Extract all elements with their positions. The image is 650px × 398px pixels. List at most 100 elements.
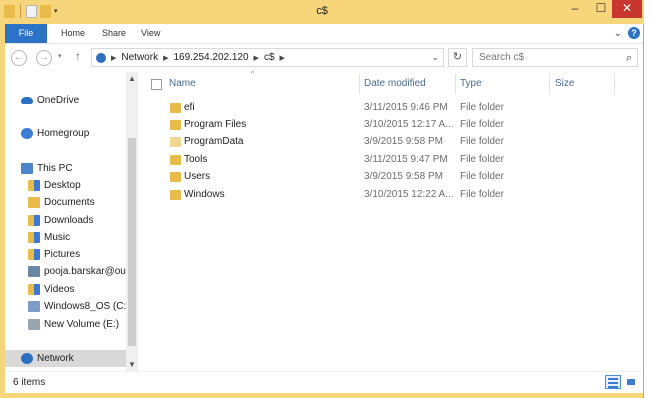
videos-icon xyxy=(28,284,40,295)
nav-item-label: This PC xyxy=(37,163,73,174)
nav-item-e-drive[interactable]: New Volume (E:) xyxy=(28,316,119,333)
scroll-thumb[interactable] xyxy=(128,138,136,346)
tab-home[interactable]: Home xyxy=(51,24,95,43)
maximize-button[interactable]: ☐ xyxy=(588,0,614,18)
table-row[interactable]: Users 3/9/2015 9:58 PM File folder xyxy=(144,169,504,186)
nav-item-documents[interactable]: Documents xyxy=(28,194,95,211)
ribbon-controls: ⌄ ? xyxy=(614,27,640,39)
chevron-right-icon[interactable]: ▶ xyxy=(163,54,168,62)
column-header-size[interactable]: Size xyxy=(555,78,574,89)
chevron-right-icon[interactable]: ▶ xyxy=(254,54,259,62)
column-header-name[interactable]: Name xyxy=(169,78,196,89)
sort-ascending-icon: ^ xyxy=(251,71,255,78)
search-input[interactable]: Search c$ ⌕ xyxy=(472,48,638,67)
up-button[interactable]: ↑ xyxy=(75,49,81,63)
help-icon[interactable]: ? xyxy=(628,27,640,39)
computer-icon xyxy=(21,163,33,174)
nav-scrollbar[interactable]: ▲ ▼ xyxy=(126,72,138,371)
nav-item-music[interactable]: Music xyxy=(28,229,70,246)
explorer-window: ▾ c$ – ☐ ✕ File Home Share View ⌄ ? ← → … xyxy=(0,0,644,398)
tab-view[interactable]: View xyxy=(131,24,170,43)
file-type: File folder xyxy=(460,189,504,200)
table-row[interactable]: Windows 3/10/2015 12:22 A... File folder xyxy=(144,187,504,204)
column-header-date[interactable]: Date modified xyxy=(364,78,426,89)
table-row[interactable]: Tools 3/11/2015 9:47 PM File folder xyxy=(144,152,504,169)
recent-locations-icon[interactable]: ▾ xyxy=(58,52,62,60)
refresh-button[interactable]: ↻ xyxy=(448,48,467,67)
column-divider[interactable] xyxy=(359,74,360,94)
chevron-right-icon[interactable]: ▶ xyxy=(280,54,285,62)
chevron-down-icon[interactable]: ⌄ xyxy=(614,28,622,39)
column-header-type[interactable]: Type xyxy=(460,78,482,89)
nav-item-label: Network xyxy=(37,353,74,364)
documents-icon xyxy=(28,197,40,208)
file-name: efi xyxy=(184,102,195,113)
details-view-button[interactable] xyxy=(605,375,621,389)
column-divider[interactable] xyxy=(549,74,550,94)
nav-item-label: Homegroup xyxy=(37,128,90,139)
title-bar: ▾ c$ – ☐ ✕ xyxy=(0,0,644,24)
nav-item-network[interactable]: Network xyxy=(5,350,126,367)
address-history-icon[interactable]: ⌄ xyxy=(431,52,439,63)
tab-file[interactable]: File xyxy=(5,24,47,43)
nav-item-c-drive[interactable]: Windows8_OS (C:) xyxy=(28,298,130,315)
music-icon xyxy=(28,232,40,243)
file-name: Tools xyxy=(184,154,208,165)
chevron-right-icon[interactable]: ▶ xyxy=(111,54,116,62)
nav-item-videos[interactable]: Videos xyxy=(28,281,74,298)
pictures-icon xyxy=(28,249,40,260)
close-button[interactable]: ✕ xyxy=(612,0,642,18)
back-button[interactable]: ← xyxy=(11,50,27,66)
drive-icon xyxy=(28,319,40,330)
nav-item-desktop[interactable]: Desktop xyxy=(28,177,81,194)
search-icon[interactable]: ⌕ xyxy=(626,50,632,67)
column-divider[interactable] xyxy=(455,74,456,94)
cloud-icon xyxy=(21,97,33,104)
folder-icon xyxy=(170,155,181,165)
file-name: Users xyxy=(184,171,211,182)
nav-item-downloads[interactable]: Downloads xyxy=(28,212,93,229)
folder-icon xyxy=(170,190,181,200)
table-row[interactable]: Program Files 3/10/2015 12:17 A... File … xyxy=(144,117,504,134)
search-placeholder: Search c$ xyxy=(479,52,525,63)
nav-item-label: Music xyxy=(44,232,71,243)
breadcrumb-host[interactable]: 169.254.202.120 xyxy=(173,52,248,63)
nav-item-label: OneDrive xyxy=(37,95,80,106)
table-row[interactable]: efi 3/11/2015 9:46 PM File folder xyxy=(144,100,504,117)
breadcrumb-network[interactable]: Network xyxy=(121,52,158,63)
minimize-button[interactable]: – xyxy=(562,0,588,18)
homegroup-icon xyxy=(21,128,33,139)
window-title: c$ xyxy=(316,5,328,17)
file-type: File folder xyxy=(460,171,504,182)
table-row[interactable]: ProgramData 3/9/2015 9:58 PM File folder xyxy=(144,134,504,151)
folder-icon xyxy=(170,120,181,130)
tab-share[interactable]: Share xyxy=(92,24,136,43)
address-row: ← → ▾ ↑ ▶ Network ▶ 169.254.202.120 ▶ c$… xyxy=(5,43,643,72)
network-icon xyxy=(21,353,33,364)
nav-item-user-folder[interactable]: pooja.barskar@out xyxy=(28,263,129,280)
breadcrumb-share[interactable]: c$ xyxy=(264,52,275,63)
nav-item-onedrive[interactable]: OneDrive xyxy=(21,92,79,109)
column-divider[interactable] xyxy=(614,74,615,94)
address-bar[interactable]: ▶ Network ▶ 169.254.202.120 ▶ c$ ▶ ⌄ xyxy=(91,48,444,67)
folder-icon xyxy=(170,103,181,113)
nav-item-homegroup[interactable]: Homegroup xyxy=(21,125,89,142)
nav-item-pictures[interactable]: Pictures xyxy=(28,246,80,263)
file-name: Windows xyxy=(184,189,225,200)
nav-item-label: New Volume (E:) xyxy=(44,319,120,330)
file-type: File folder xyxy=(460,102,504,113)
file-name: ProgramData xyxy=(184,136,244,147)
scroll-up-icon[interactable]: ▲ xyxy=(126,74,138,83)
item-count: 6 items xyxy=(13,377,46,388)
file-date: 3/9/2015 9:58 PM xyxy=(364,136,443,147)
large-icons-view-button[interactable] xyxy=(623,375,639,389)
select-all-checkbox[interactable] xyxy=(151,79,162,90)
scroll-down-icon[interactable]: ▼ xyxy=(126,360,138,369)
downloads-icon xyxy=(28,215,40,226)
network-icon xyxy=(96,52,106,63)
nav-item-label: Documents xyxy=(44,197,95,208)
forward-button[interactable]: → xyxy=(36,50,52,66)
desktop-icon xyxy=(28,180,40,191)
nav-item-this-pc[interactable]: This PC xyxy=(21,160,73,177)
file-date: 3/11/2015 9:47 PM xyxy=(364,154,448,165)
